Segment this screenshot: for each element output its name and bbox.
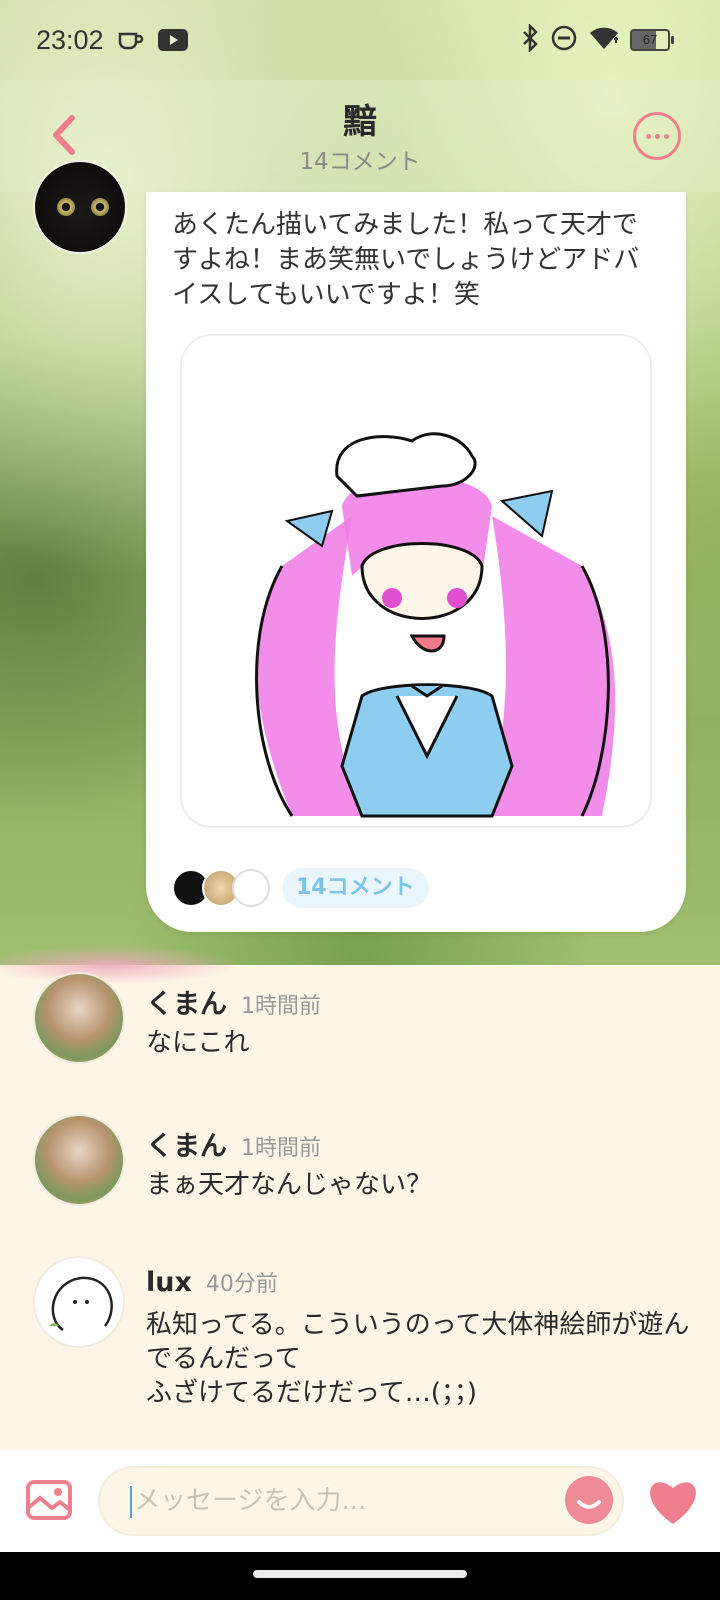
like-button[interactable]	[645, 1476, 701, 1526]
more-icon	[645, 133, 651, 139]
image-icon	[26, 1480, 72, 1520]
comment-avatar[interactable]	[33, 972, 125, 1064]
comment-time: 1時間前	[241, 1136, 321, 1161]
comment-time: 40分前	[205, 1272, 278, 1297]
post-drawing-image[interactable]	[180, 334, 652, 828]
post-footer: 14コメント	[172, 868, 429, 908]
post-text: あくたん描いてみました！私って天才ですよね！まあ笑無いでしょうけどアドバイスして…	[172, 210, 640, 310]
message-input[interactable]: メッセージを入力...	[98, 1466, 624, 1536]
page-title: 黯	[343, 102, 377, 142]
comment-time: 1時間前	[241, 994, 321, 1019]
heart-icon	[650, 1482, 696, 1524]
comment-author: くまん 1時間前	[146, 1131, 321, 1162]
comment-avatar[interactable]	[33, 1114, 125, 1206]
comment-count-button[interactable]: 14コメント	[282, 868, 429, 908]
battery-icon: 67	[630, 29, 674, 51]
status-bar: 23:02 67	[0, 0, 720, 80]
emoji-icon	[577, 1500, 601, 1509]
image-attach-button[interactable]	[26, 1480, 72, 1520]
comment-text: 私知ってる。こういうのって大体神絵師が遊んでるんだって ふざけてるだけだって…(…	[146, 1310, 690, 1408]
comment-author: くまん 1時間前	[146, 989, 321, 1020]
comment-text: なにこれ	[146, 1028, 250, 1058]
dnd-icon	[550, 24, 578, 56]
more-button[interactable]	[633, 112, 681, 160]
home-handle[interactable]	[253, 1570, 467, 1578]
comment-avatar[interactable]	[33, 1256, 125, 1348]
reactor-avatar	[232, 869, 270, 907]
wifi-icon	[588, 25, 620, 55]
background-pink-blur	[0, 945, 240, 985]
coffee-icon	[118, 29, 144, 51]
bluetooth-icon	[520, 22, 540, 56]
status-time: 23:02	[36, 24, 104, 55]
message-input-bar: メッセージを入力...	[0, 1450, 720, 1552]
comment-text: まぁ天才なんじゃない？	[146, 1170, 433, 1200]
emoji-button[interactable]	[565, 1476, 613, 1524]
comment-author: lux 40分前	[146, 1267, 278, 1298]
youtube-icon	[157, 29, 188, 51]
post-author-avatar[interactable]	[33, 160, 127, 254]
post-card: あくたん描いてみました！私って天才ですよね！まあ笑無いでしょうけどアドバイスして…	[146, 192, 686, 932]
system-nav-bar	[0, 1552, 720, 1600]
